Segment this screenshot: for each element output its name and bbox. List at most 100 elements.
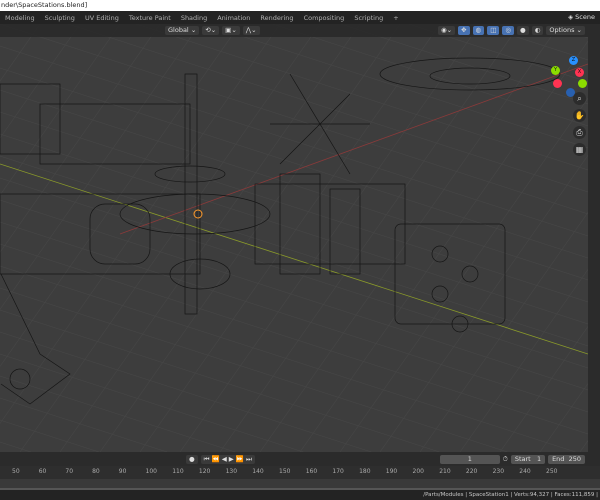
grid-line	[379, 155, 588, 452]
wireframe-shading-icon[interactable]: ◎	[502, 26, 515, 35]
grid-line	[0, 287, 508, 452]
grid-line	[579, 440, 588, 452]
gizmo-neg-y[interactable]	[578, 79, 587, 88]
ruler-tick: 60	[38, 468, 47, 475]
gizmo-x[interactable]: X	[575, 68, 584, 77]
timeline-track[interactable]	[0, 479, 600, 490]
transform-orientation[interactable]: Global ⌄	[165, 26, 200, 35]
ruler-tick: 110	[172, 468, 184, 475]
workspace-tab[interactable]: Texture Paint	[124, 14, 176, 22]
scene-label: Scene	[575, 13, 595, 21]
grid-line	[99, 24, 401, 452]
grid-line	[0, 221, 588, 413]
y-axis-line	[0, 163, 588, 355]
visibility-icon[interactable]: ◉⌄	[437, 26, 456, 35]
workspace-tab[interactable]: Rendering	[255, 14, 298, 22]
ruler-tick: 100	[145, 468, 157, 475]
proportional-icon[interactable]: ⋀⌄	[242, 26, 260, 35]
rendered-shading-icon[interactable]: ◐	[531, 26, 544, 35]
grid-line	[0, 243, 588, 435]
3d-viewport[interactable]: Z Y X ⌕ ✋ ⎙ ▦	[0, 24, 588, 452]
ruler-tick: 200	[412, 468, 424, 475]
grid-line	[0, 353, 304, 452]
snap-icon[interactable]: ▣⌄	[222, 26, 240, 35]
grid-line	[0, 133, 588, 325]
gizmo-z[interactable]: Z	[569, 56, 578, 65]
properties-panel-edge[interactable]	[588, 24, 600, 466]
zoom-icon[interactable]: ⌕	[573, 92, 586, 105]
grid-line	[19, 24, 321, 452]
viewport-header: Global ⌄ ⟲⌄ ▣⌄ ⋀⌄ ◉⌄ ✥ ◍ ◫ ◎ ● ◐ Options…	[0, 24, 588, 37]
grid-line	[0, 155, 588, 347]
current-frame-field[interactable]: 1	[439, 454, 500, 464]
workspace-tab[interactable]: Sculpting	[40, 14, 80, 22]
ruler-tick: 150	[279, 468, 291, 475]
ruler-tick: 120	[198, 468, 211, 475]
options-label: Options	[549, 26, 575, 34]
playback-controls[interactable]: ⏮ ⏪ ◀ ▶ ⏩ ⏭	[200, 454, 255, 464]
workspace-tab[interactable]: Compositing	[299, 14, 350, 22]
wireframe-scene	[0, 24, 588, 452]
ruler-tick: 190	[385, 468, 398, 475]
gizmo-y[interactable]: Y	[551, 66, 560, 75]
ruler-tick: 70	[65, 468, 74, 475]
grid-line	[0, 419, 100, 452]
xray-icon[interactable]: ◫	[487, 26, 500, 35]
grid-line	[67, 24, 588, 193]
ruler-tick: 220	[465, 468, 478, 475]
status-bar: /Parts/Modules | SpaceStation1 | Verts:9…	[0, 490, 600, 500]
grid-line	[0, 67, 588, 259]
gizmo-neg-x[interactable]	[553, 79, 562, 88]
start-frame-field[interactable]: Start 1	[510, 454, 546, 464]
workspace-tabs: Modeling Sculpting UV Editing Texture Paint…	[0, 11, 560, 24]
workspace-tab[interactable]: Modeling	[0, 14, 40, 22]
pivot-icon[interactable]: ⟲⌄	[202, 26, 220, 35]
ruler-tick: 140	[252, 468, 264, 475]
camera-icon[interactable]: ⎙	[573, 126, 586, 139]
start-label: Start	[514, 454, 531, 463]
orientation-label: Global	[168, 26, 189, 34]
grid-line	[459, 269, 588, 452]
pan-hand-icon[interactable]: ✋	[573, 109, 586, 122]
grid-line	[0, 111, 588, 303]
overlay-icon[interactable]: ◍	[472, 26, 485, 35]
grid-line	[0, 24, 241, 367]
grid-line	[0, 331, 372, 452]
timeline-ruler[interactable]: 50 60 70 80 90 100 110 120 130 140 150 160 170 180 190…	[0, 466, 600, 479]
workspace-tab[interactable]: Scripting	[349, 14, 388, 22]
workspace-tab[interactable]: UV Editing	[80, 14, 124, 22]
workspace-tab[interactable]: +	[388, 14, 403, 22]
grid-line	[136, 24, 588, 171]
workspace-tab[interactable]: Shading	[176, 14, 212, 22]
grid-line	[0, 199, 588, 391]
object-origin	[193, 209, 203, 219]
scene-selector[interactable]: ◈ Scene	[568, 11, 595, 24]
stopwatch-icon[interactable]: ⏱	[503, 455, 508, 464]
grid-line	[499, 326, 588, 452]
window-title: nder\SpaceStations.blend]	[0, 0, 600, 11]
grid-view-icon[interactable]: ▦	[573, 143, 586, 156]
workspace-tab[interactable]: Animation	[212, 14, 255, 22]
grid-line	[339, 98, 588, 452]
grid-line	[299, 40, 588, 452]
ruler-tick: 250	[546, 468, 558, 475]
record-button[interactable]: ●	[186, 454, 198, 464]
grid-line	[0, 45, 588, 237]
ruler-tick: 160	[305, 468, 318, 475]
grid-line	[219, 24, 521, 452]
options-button[interactable]: Options ⌄	[546, 26, 585, 35]
ruler-tick: 130	[225, 468, 238, 475]
ruler-tick: 230	[492, 468, 505, 475]
ruler-tick: 90	[118, 468, 127, 475]
ruler-tick: 170	[332, 468, 344, 475]
grid-line	[539, 383, 588, 452]
end-value: 250	[568, 454, 581, 463]
solid-shading-icon[interactable]: ●	[517, 26, 529, 35]
end-frame-field[interactable]: End 250	[548, 454, 585, 464]
grid-line	[0, 397, 168, 452]
gizmo-toggle-icon[interactable]: ✥	[458, 26, 470, 35]
timeline-header: ● ⏮ ⏪ ◀ ▶ ⏩ ⏭ 1 ⏱ Start 1 End 250	[0, 452, 588, 466]
grid-line	[0, 309, 440, 452]
ruler-tick: 240	[519, 468, 531, 475]
ruler-tick: 50	[12, 468, 20, 475]
